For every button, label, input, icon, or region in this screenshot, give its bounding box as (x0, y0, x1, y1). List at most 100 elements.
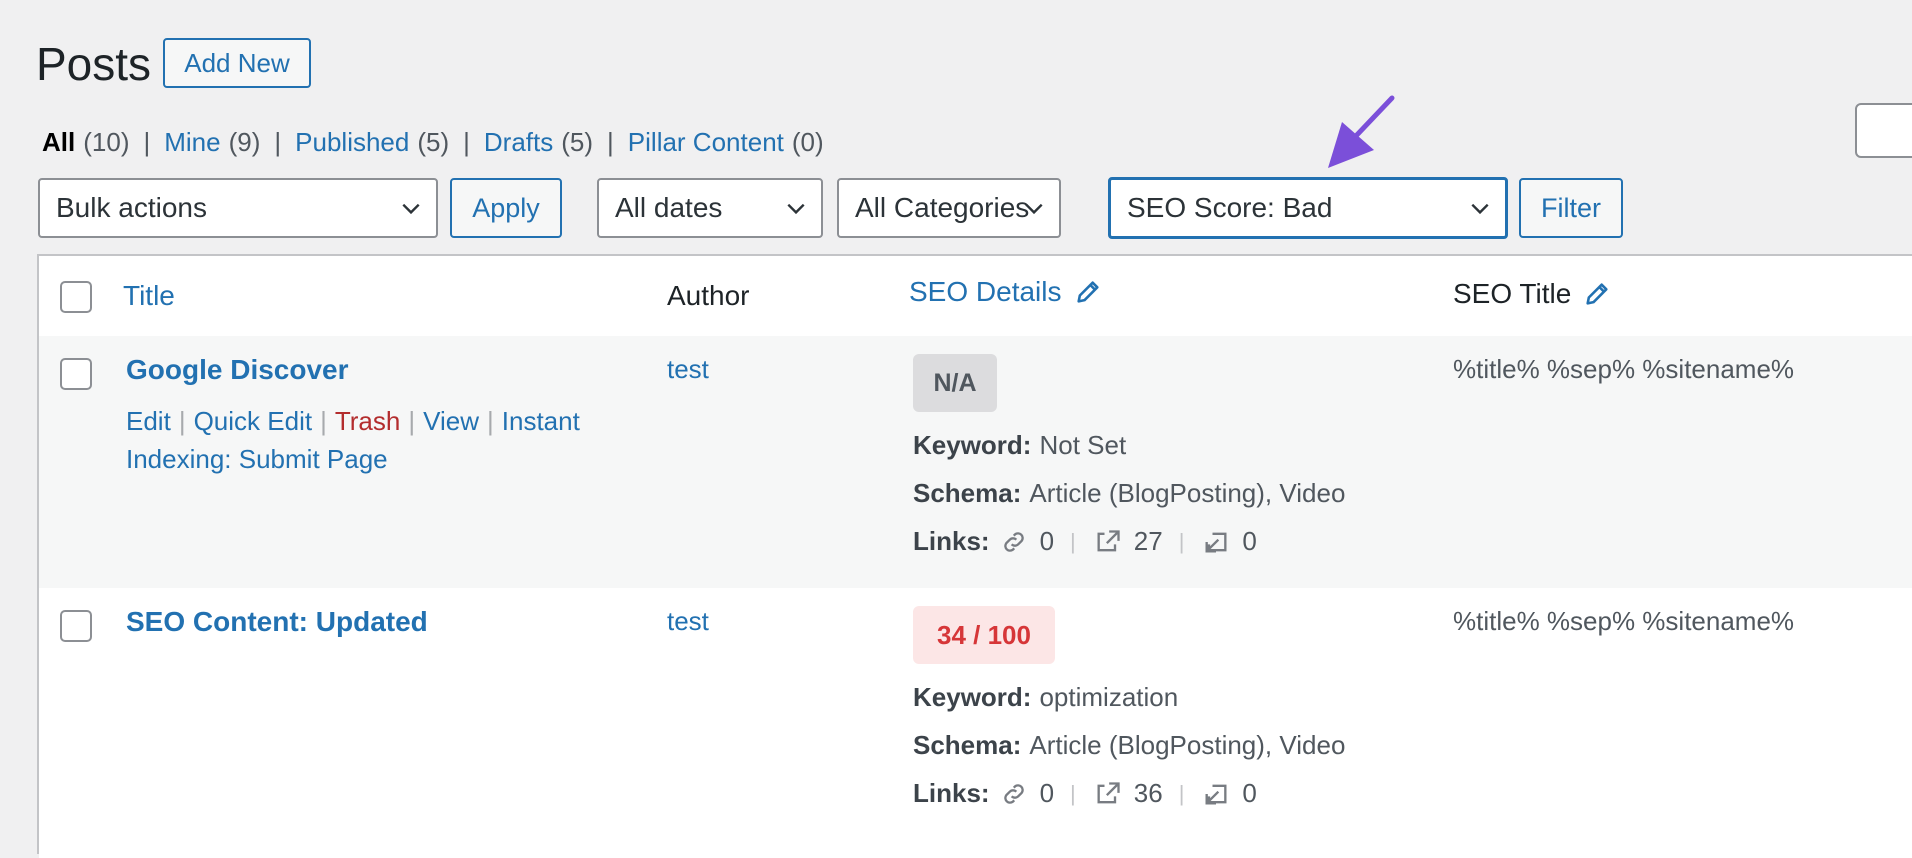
pencil-icon[interactable] (1583, 280, 1611, 308)
select-all-checkbox[interactable] (60, 281, 92, 313)
dates-select[interactable]: All dates (597, 178, 823, 238)
arrow-annotation-icon (1328, 95, 1395, 168)
seo-score-badge: N/A (913, 354, 997, 412)
seo-score-select[interactable]: SEO Score: Bad (1108, 177, 1508, 239)
seo-score-value: SEO Score: Bad (1127, 192, 1333, 223)
column-author: Author (667, 280, 750, 311)
external-links-count: 27 (1133, 526, 1163, 556)
view-drafts-label: Drafts (483, 127, 554, 157)
schema-detail: Schema: Article (BlogPosting), Video (913, 730, 1345, 761)
edit-link[interactable]: Edit (126, 406, 171, 436)
seo-score-badge: 34 / 100 (913, 606, 1055, 664)
trash-link[interactable]: Trash (335, 406, 401, 436)
action-separator: | (320, 406, 327, 436)
add-new-button[interactable]: Add New (163, 38, 311, 88)
table-row: Google Discover Edit | Quick Edit | Trash | Vi… (39, 336, 1912, 588)
action-separator: | (408, 406, 416, 436)
seo-title-value: %title% %sep% %sitename% (1453, 606, 1795, 636)
keyword-value: Not Set (1039, 430, 1127, 460)
links-separator: | (1070, 780, 1076, 806)
page-title: Posts (36, 38, 152, 90)
author-link[interactable]: test (667, 354, 709, 385)
posts-table: Title Author SEO Details SEO Title Googl… (37, 254, 1912, 858)
apply-button[interactable]: Apply (450, 178, 562, 238)
keyword-detail: Keyword: optimization (913, 682, 1178, 713)
incoming-links-count: 0 (1242, 526, 1257, 556)
schema-label: Schema: (913, 478, 1022, 508)
column-seo-details[interactable]: SEO Details (909, 276, 1102, 308)
view-published[interactable]: Published (5) (295, 127, 449, 158)
view-mine-label: Mine (164, 127, 221, 157)
link-icon (1003, 783, 1024, 804)
chevron-down-icon (787, 203, 805, 215)
dates-value: All dates (615, 192, 723, 223)
author-link[interactable]: test (667, 606, 709, 637)
external-links-count: 36 (1133, 778, 1163, 808)
chevron-down-icon (1025, 203, 1043, 215)
view-all[interactable]: All (10) (42, 127, 129, 158)
column-title[interactable]: Title (123, 280, 175, 312)
external-link-icon (1097, 529, 1120, 551)
schema-value: Article (BlogPosting), Video (1029, 730, 1346, 760)
internal-links-count: 0 (1039, 778, 1055, 808)
search-input[interactable] (1855, 103, 1912, 158)
link-icon (1003, 531, 1024, 552)
internal-links-count: 0 (1039, 526, 1055, 556)
categories-select[interactable]: All Categories (837, 178, 1061, 238)
keyword-label: Keyword: (913, 682, 1032, 712)
column-seo-title-label: SEO Title (1453, 278, 1572, 309)
post-title-link[interactable]: Google Discover (126, 354, 349, 386)
indexing-label: Indexing: Submit Page (126, 444, 388, 474)
keyword-detail: Keyword: Not Set (913, 430, 1126, 461)
instant-label: Instant (501, 406, 580, 436)
seo-title-value: %title% %sep% %sitename% (1453, 354, 1795, 384)
links-separator: | (1070, 528, 1076, 554)
view-separator: | (143, 127, 151, 157)
external-link-icon (1097, 781, 1120, 803)
view-mine[interactable]: Mine (9) (164, 127, 260, 158)
chevron-down-icon (402, 203, 420, 215)
keyword-label: Keyword: (913, 430, 1032, 460)
view-pillar-content[interactable]: Pillar Content (0) (628, 127, 824, 158)
view-separator: | (463, 127, 470, 157)
links-detail: Links: 0 | 27 | 0 (913, 526, 1257, 557)
schema-label: Schema: (913, 730, 1022, 760)
row-checkbox[interactable] (60, 358, 92, 390)
links-label: Links: (913, 778, 990, 808)
links-separator: | (1178, 780, 1185, 806)
filter-button[interactable]: Filter (1519, 178, 1623, 238)
quick-edit-link[interactable]: Quick Edit (194, 406, 313, 436)
view-drafts-count: (5) (561, 127, 594, 157)
view-all-count: (10) (83, 127, 130, 157)
bulk-actions-select[interactable]: Bulk actions (38, 178, 438, 238)
view-pillar-count: (0) (791, 127, 824, 157)
view-published-count: (5) (417, 127, 450, 157)
view-pillar-label: Pillar Content (627, 127, 784, 157)
view-separator: | (274, 127, 282, 157)
links-label: Links: (913, 526, 990, 556)
view-mine-count: (9) (228, 127, 261, 157)
schema-detail: Schema: Article (BlogPosting), Video (913, 478, 1345, 509)
column-seo-details-label: SEO Details (909, 276, 1062, 307)
column-seo-title: SEO Title (1453, 278, 1611, 310)
pencil-icon[interactable] (1074, 278, 1102, 306)
row-checkbox[interactable] (60, 610, 92, 642)
links-detail: Links: 0 | 36 | 0 (913, 778, 1257, 809)
keyword-value: optimization (1039, 682, 1179, 712)
categories-value: All Categories (855, 192, 1030, 223)
view-link[interactable]: View (423, 406, 479, 436)
table-header: Title Author SEO Details SEO Title (39, 256, 1912, 338)
view-published-label: Published (295, 127, 410, 157)
action-separator: | (178, 406, 186, 436)
row-actions: Edit | Quick Edit | Trash | View | Instant Indexi… (126, 402, 646, 478)
schema-value: Article (BlogPosting), Video (1029, 478, 1346, 508)
action-separator: | (487, 406, 494, 436)
view-drafts[interactable]: Drafts (5) (484, 127, 593, 158)
incoming-link-icon (1205, 784, 1227, 804)
chevron-down-icon (1471, 203, 1489, 215)
incoming-links-count: 0 (1242, 778, 1257, 808)
post-title-link[interactable]: SEO Content: Updated (126, 606, 428, 638)
links-separator: | (1178, 528, 1185, 554)
table-row: SEO Content: Updated test 34 / 100 Keywo… (39, 588, 1912, 858)
incoming-link-icon (1205, 532, 1227, 552)
